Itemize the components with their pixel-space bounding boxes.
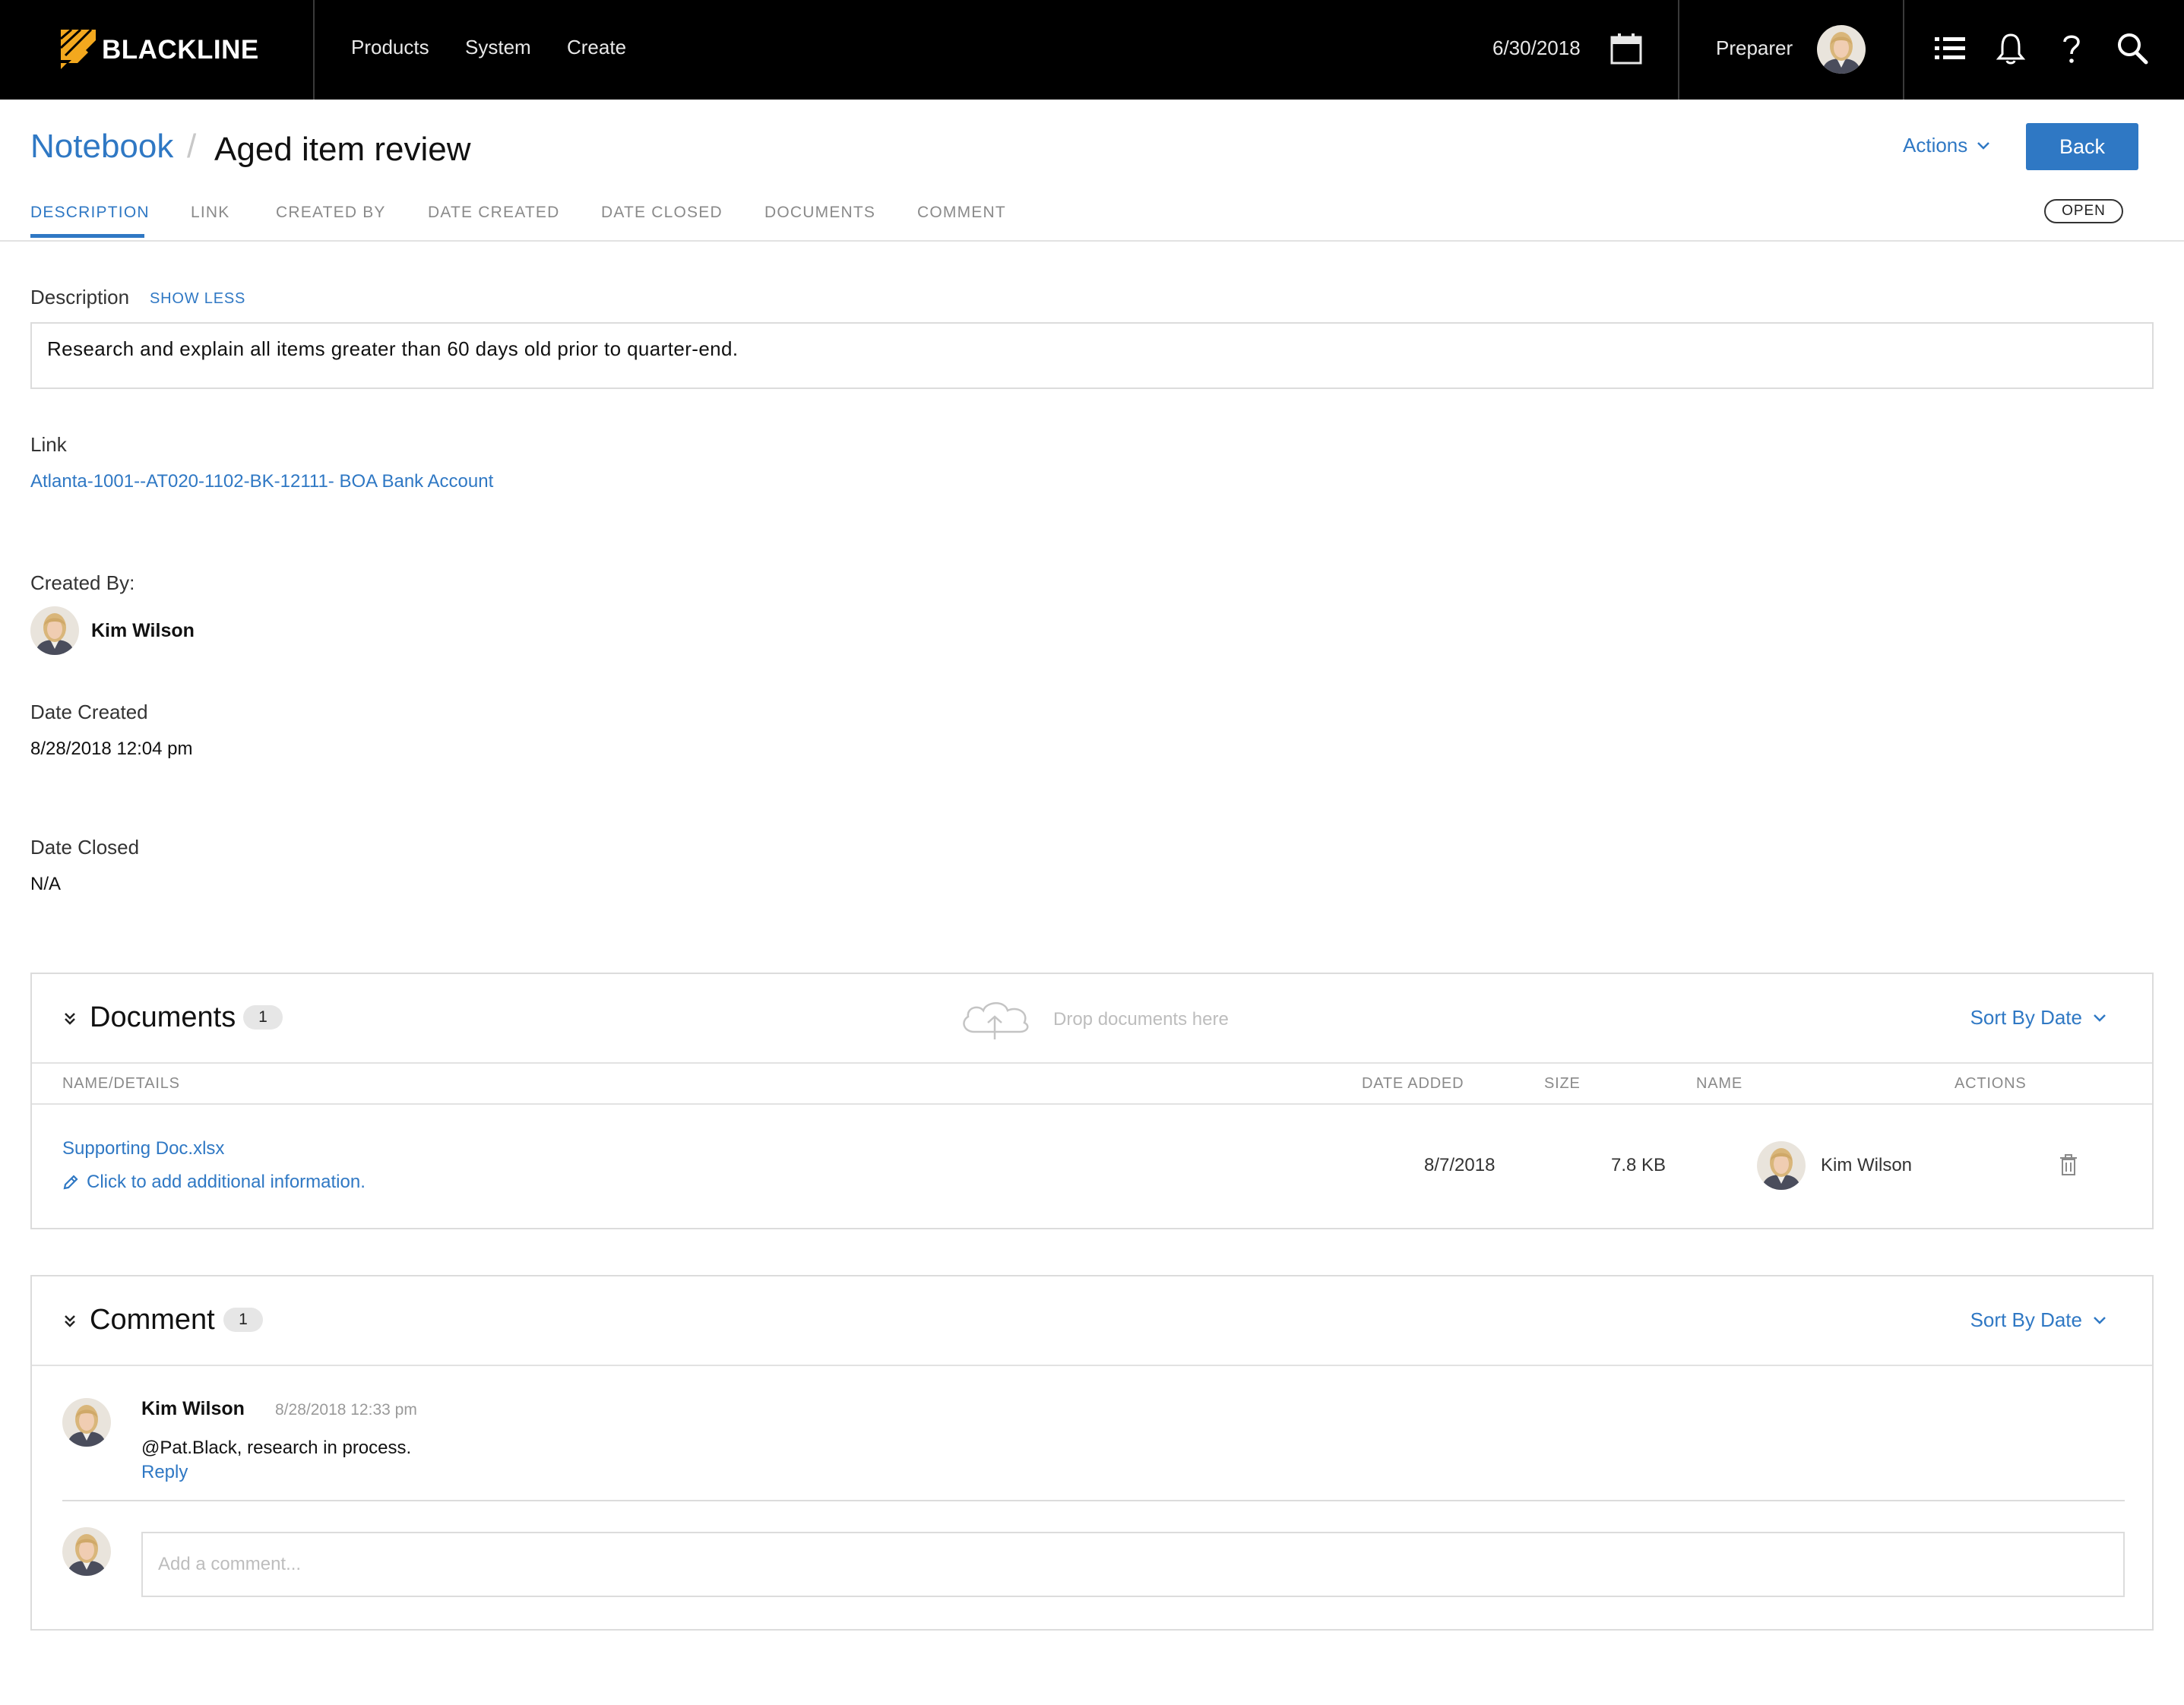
show-less-link[interactable]: SHOW LESS — [150, 290, 245, 308]
user-avatar[interactable] — [1817, 25, 1866, 74]
created-by-label: Created By: — [30, 571, 135, 594]
top-bar: BLACKLINE Products System Create 6/30/20… — [0, 0, 2184, 100]
add-info-text: Click to add additional information. — [87, 1172, 366, 1192]
actions-dropdown[interactable]: Actions — [1903, 134, 1990, 157]
description-text: Research and explain all items greater t… — [30, 322, 2154, 389]
comment-panel: Comment 1 Sort By Date Kim Wilson 8/28/2… — [30, 1275, 2154, 1631]
column-actions: ACTIONS — [1955, 1075, 2027, 1092]
chevron-down-icon — [2094, 1316, 2106, 1324]
nav-products[interactable]: Products — [351, 36, 429, 59]
document-date-added: 8/7/2018 — [1424, 1155, 1496, 1175]
sort-label: Sort By Date — [1970, 1308, 2082, 1331]
drop-documents-text: Drop documents here — [1053, 1009, 1229, 1030]
role-label[interactable]: Preparer — [1716, 36, 1793, 60]
logo-mark-icon — [61, 30, 96, 69]
collapse-icon[interactable] — [62, 1313, 78, 1330]
comment-divider — [62, 1500, 2125, 1501]
trash-icon[interactable] — [2058, 1153, 2079, 1176]
active-tab-indicator — [30, 234, 144, 238]
user-divider — [1903, 0, 1904, 100]
page-title: Aged item review — [214, 131, 471, 168]
period-date[interactable]: 6/30/2018 — [1492, 36, 1581, 60]
reply-link[interactable]: Reply — [141, 1462, 188, 1483]
document-owner-name: Kim Wilson — [1821, 1155, 1913, 1175]
comment-header: Comment 1 Sort By Date — [32, 1276, 2152, 1366]
documents-header: Documents 1 Drop documents here Sort By … — [32, 974, 2152, 1064]
date-divider — [1678, 0, 1679, 100]
help-icon[interactable] — [2053, 30, 2090, 67]
creator-name: Kim Wilson — [91, 619, 195, 641]
comment-text: @Pat.Black, research in process. — [141, 1438, 412, 1458]
document-file-link[interactable]: Supporting Doc.xlsx — [62, 1138, 224, 1159]
list-icon[interactable] — [1932, 30, 1968, 67]
tab-documents[interactable]: DOCUMENTS — [764, 204, 875, 222]
tab-created-by[interactable]: CREATED BY — [276, 204, 386, 222]
tab-description[interactable]: DESCRIPTION — [30, 204, 150, 222]
document-owner-avatar — [1757, 1141, 1806, 1190]
tab-date-closed[interactable]: DATE CLOSED — [601, 204, 723, 222]
nav-create[interactable]: Create — [567, 36, 626, 59]
documents-table-header: NAME/DETAILS DATE ADDED SIZE NAME ACTION… — [32, 1064, 2152, 1105]
documents-title: Documents — [90, 1001, 236, 1033]
nav-system[interactable]: System — [465, 36, 531, 59]
column-name-details[interactable]: NAME/DETAILS — [62, 1075, 180, 1093]
back-button[interactable]: Back — [2026, 123, 2138, 170]
comment-author: Kim Wilson — [141, 1398, 245, 1419]
date-closed-value: N/A — [30, 874, 62, 894]
status-badge: OPEN — [2044, 199, 2123, 223]
collapse-icon[interactable] — [62, 1011, 78, 1027]
date-created-value: 8/28/2018 12:04 pm — [30, 739, 193, 759]
comment-title: Comment — [90, 1304, 215, 1336]
linked-account[interactable]: Atlanta-1001--AT020-1102-BK-12111- BOA B… — [30, 471, 493, 492]
document-drop-zone[interactable]: Drop documents here — [956, 998, 1229, 1041]
add-info-link[interactable]: Click to add additional information. — [62, 1172, 366, 1193]
breadcrumb-separator: / — [187, 128, 197, 165]
tab-date-created[interactable]: DATE CREATED — [428, 204, 559, 222]
comment-count-badge: 1 — [223, 1308, 263, 1332]
column-name[interactable]: NAME — [1696, 1075, 1742, 1093]
pencil-icon — [63, 1175, 78, 1190]
documents-sort-dropdown[interactable]: Sort By Date — [1970, 1006, 2106, 1030]
current-user-avatar — [62, 1527, 111, 1576]
breadcrumb-notebook[interactable]: Notebook — [30, 128, 173, 166]
add-comment-input[interactable] — [141, 1532, 2125, 1597]
comment-timestamp: 8/28/2018 12:33 pm — [275, 1401, 417, 1419]
calendar-icon[interactable] — [1610, 32, 1643, 65]
comment-author-avatar — [62, 1398, 111, 1447]
column-date-added[interactable]: DATE ADDED — [1362, 1075, 1464, 1093]
logo-text: BLACKLINE — [102, 35, 259, 65]
chevron-down-icon — [1977, 141, 1990, 150]
date-closed-label: Date Closed — [30, 836, 140, 859]
documents-panel: Documents 1 Drop documents here Sort By … — [30, 973, 2154, 1229]
actions-label: Actions — [1903, 134, 1968, 157]
document-size: 7.8 KB — [1611, 1155, 1666, 1175]
sort-label: Sort By Date — [1970, 1006, 2082, 1029]
column-size[interactable]: SIZE — [1544, 1075, 1581, 1093]
section-tabs: DESCRIPTION LINK CREATED BY DATE CREATED… — [0, 199, 2184, 242]
description-label: Description — [30, 286, 130, 308]
comment-sort-dropdown[interactable]: Sort By Date — [1970, 1308, 2106, 1332]
search-icon[interactable] — [2114, 30, 2151, 67]
nav-divider — [313, 0, 315, 100]
date-created-label: Date Created — [30, 701, 148, 723]
cloud-upload-icon — [963, 1002, 1029, 1039]
tab-link[interactable]: LINK — [191, 204, 230, 222]
blackline-logo[interactable]: BLACKLINE — [61, 29, 259, 71]
bell-icon[interactable] — [1993, 30, 2029, 67]
chevron-down-icon — [2094, 1014, 2106, 1022]
creator-avatar — [30, 606, 79, 655]
documents-count-badge: 1 — [243, 1005, 283, 1030]
creator: Kim Wilson — [30, 606, 195, 655]
link-label: Link — [30, 433, 67, 456]
tab-comment[interactable]: COMMENT — [917, 204, 1006, 222]
